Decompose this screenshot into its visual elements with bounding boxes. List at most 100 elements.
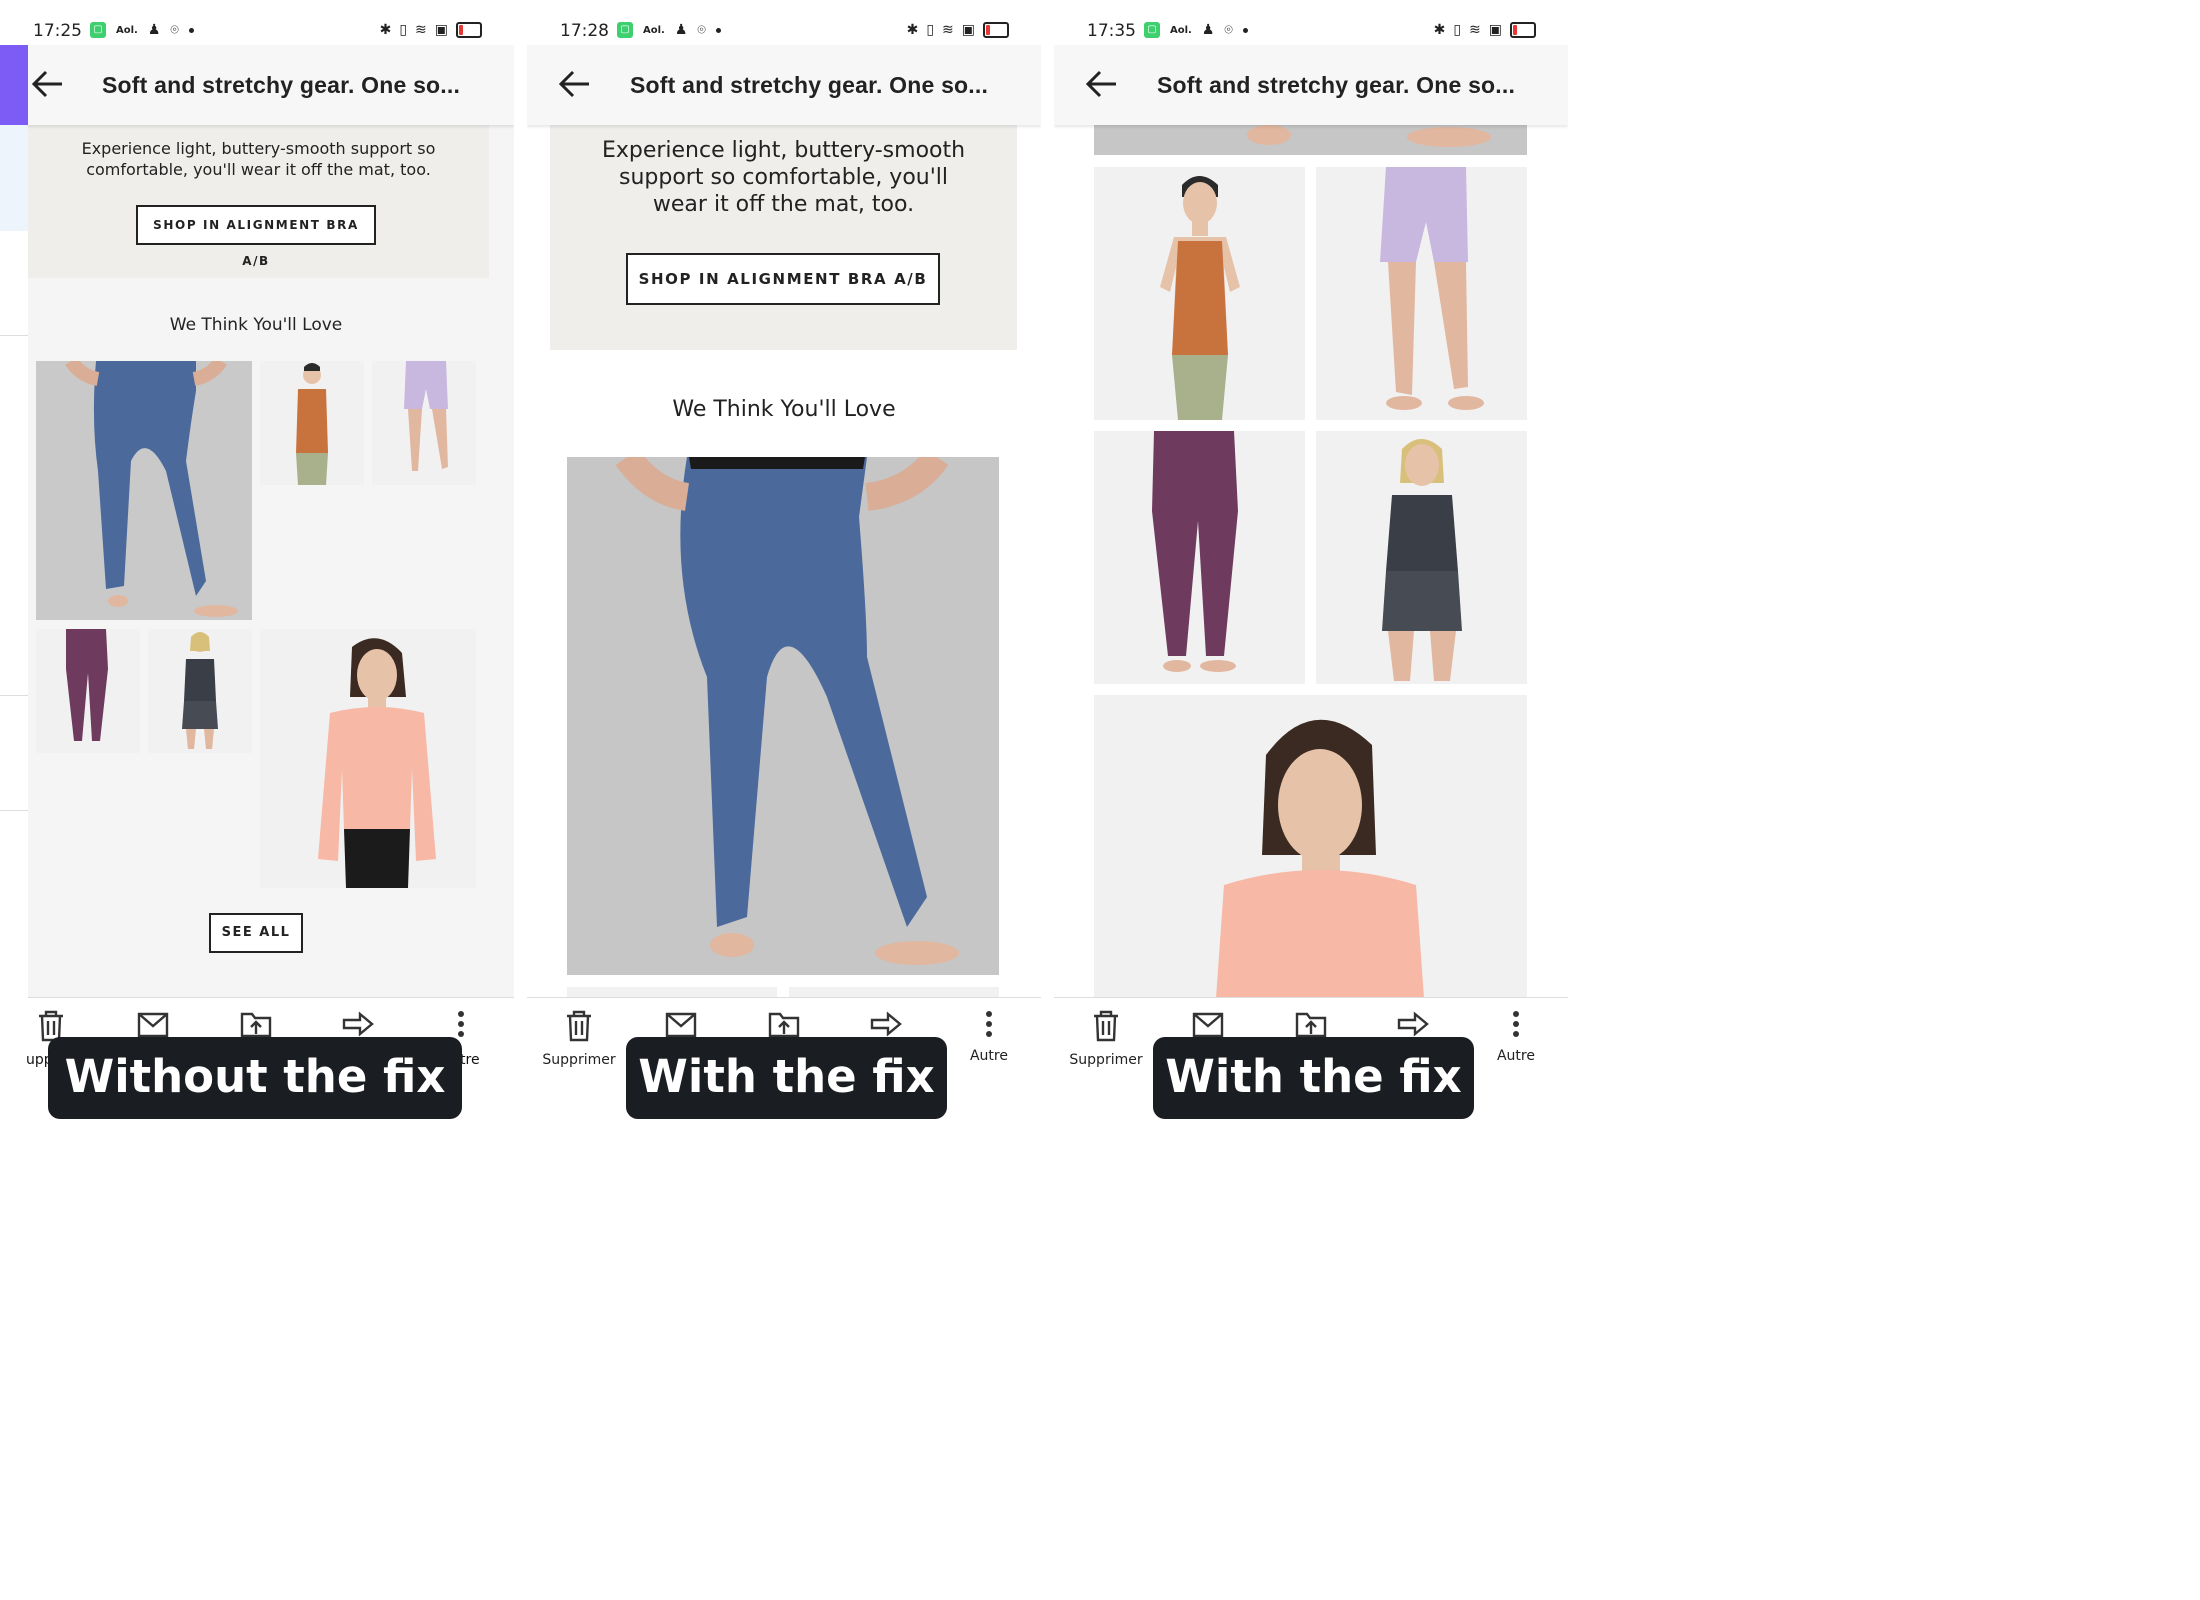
move-action[interactable] xyxy=(1271,1010,1351,1038)
product-tile-plum-leggings[interactable] xyxy=(36,629,140,753)
see-all-button[interactable]: SEE ALL xyxy=(209,913,303,953)
vibrate-icon: ▯ xyxy=(926,22,935,38)
background-app-highlight xyxy=(0,125,28,231)
bluetooth-icon: ✱ xyxy=(1433,22,1446,38)
status-time: 17:35 xyxy=(1087,21,1136,41)
delete-action[interactable]: Supprimer xyxy=(539,1010,619,1068)
cast-icon: ▣ xyxy=(434,22,448,38)
product-tile-tie-dye-set[interactable] xyxy=(1316,431,1527,684)
forward-action[interactable] xyxy=(1373,1010,1453,1038)
vibrate-icon: ▯ xyxy=(1453,22,1462,38)
notification-dot-icon xyxy=(1242,27,1248,33)
product-tile-orange-tank[interactable] xyxy=(1094,167,1305,420)
blue-leggings-feet-image xyxy=(1094,125,1527,155)
blue-leggings-image xyxy=(567,457,999,975)
comparison-caption: Without the fix xyxy=(48,1037,462,1119)
bluetooth-icon: ✱ xyxy=(379,22,392,38)
more-label: Autre xyxy=(969,1048,1008,1064)
more-vertical-icon xyxy=(458,1011,464,1037)
forward-icon xyxy=(342,1011,374,1037)
aol-icon: Aol. xyxy=(116,24,138,36)
back-arrow-icon[interactable] xyxy=(1084,69,1118,99)
battery-low-icon xyxy=(1510,22,1536,38)
move-to-folder-icon xyxy=(240,1012,272,1038)
plum-leggings-image xyxy=(36,629,140,753)
location-icon: ⌾ xyxy=(697,22,706,38)
banner-text: Experience light, buttery-smooth support… xyxy=(601,138,966,217)
wifi-icon: ≋ xyxy=(415,22,427,38)
product-tile-lilac-shorts[interactable] xyxy=(372,361,476,485)
product-tile-pink-long-sleeve[interactable] xyxy=(260,629,476,888)
keyhole-icon: ♟ xyxy=(674,22,688,38)
comparison-caption: With the fix xyxy=(1153,1037,1474,1119)
app-notification-icon: ▢ xyxy=(617,22,633,38)
back-arrow-icon[interactable] xyxy=(557,69,591,99)
email-subject-title: Soft and stretchy gear. One so... xyxy=(102,72,461,98)
forward-action[interactable] xyxy=(318,1010,398,1038)
location-icon: ⌾ xyxy=(170,22,179,38)
plum-leggings-image xyxy=(1094,431,1305,684)
product-tile-plum-leggings[interactable] xyxy=(1094,431,1305,684)
delete-action[interactable]: Supprimer xyxy=(1066,1010,1146,1068)
more-vertical-icon xyxy=(986,1011,992,1037)
orange-tank-image xyxy=(1094,167,1305,420)
status-bar: 17:35 ▢ Aol. ♟ ⌾ ✱ ▯ ≋ ▣ xyxy=(1054,0,1568,44)
status-time: 17:25 xyxy=(33,21,82,41)
screenshot-panel-with-fix-top: 17:28 ▢ Aol. ♟ ⌾ ✱ ▯ ≋ ▣ Soft and stretc… xyxy=(527,0,1041,1132)
product-tile-blue-leggings[interactable] xyxy=(1094,125,1527,155)
forward-icon xyxy=(1397,1011,1429,1037)
screenshot-panel-without-fix: 17:25 ▢ Aol. ♟ ⌾ ✱ ▯ ≋ ▣ Soft and stretc… xyxy=(0,0,514,1132)
more-action[interactable]: Autre xyxy=(1476,1010,1556,1064)
status-time: 17:28 xyxy=(560,21,609,41)
product-tile-blue-leggings[interactable] xyxy=(36,361,252,620)
shop-alignment-bra-button[interactable]: SHOP IN ALIGNMENT BRA A/B xyxy=(626,253,940,305)
side-app-strip xyxy=(0,45,28,125)
trash-icon xyxy=(1094,1010,1118,1042)
tie-dye-set-image xyxy=(1316,431,1527,684)
wifi-icon: ≋ xyxy=(1469,22,1481,38)
product-tile-lilac-shorts[interactable] xyxy=(1316,167,1527,420)
trash-icon xyxy=(567,1010,591,1042)
more-label: Autre xyxy=(1496,1048,1535,1064)
app-bar: Soft and stretchy gear. One so... xyxy=(527,45,1041,125)
orange-tank-image xyxy=(260,361,364,485)
email-subject-title: Soft and stretchy gear. One so... xyxy=(1157,72,1516,98)
promo-banner: Experience light, buttery-smooth support… xyxy=(28,125,489,278)
gutter-divider xyxy=(0,695,28,696)
status-bar: 17:25 ▢ Aol. ♟ ⌾ ✱ ▯ ≋ ▣ xyxy=(0,0,514,44)
app-notification-icon: ▢ xyxy=(1144,22,1160,38)
archive-icon xyxy=(137,1012,169,1038)
archive-action[interactable] xyxy=(641,1010,721,1038)
lilac-shorts-image xyxy=(1316,167,1527,420)
status-bar: 17:28 ▢ Aol. ♟ ⌾ ✱ ▯ ≋ ▣ xyxy=(527,0,1041,44)
archive-icon xyxy=(1192,1012,1224,1038)
archive-action[interactable] xyxy=(1168,1010,1248,1038)
notification-dot-icon xyxy=(715,27,721,33)
product-tile-tie-dye-set[interactable] xyxy=(148,629,252,753)
aol-icon: Aol. xyxy=(643,24,665,36)
product-tile-pink-long-sleeve[interactable] xyxy=(1094,695,1527,998)
product-tile-blue-leggings[interactable] xyxy=(567,457,999,975)
move-to-folder-icon xyxy=(1295,1012,1327,1038)
delete-label: Supprimer xyxy=(542,1052,616,1068)
back-arrow-icon[interactable] xyxy=(30,69,64,99)
partial-more-label: tre xyxy=(460,1052,480,1068)
shop-alignment-bra-button[interactable]: SHOP IN ALIGNMENT BRA A/B xyxy=(136,205,376,268)
product-tile-orange-tank[interactable] xyxy=(260,361,364,485)
forward-action[interactable] xyxy=(846,1010,926,1038)
promo-banner: Experience light, buttery-smooth support… xyxy=(550,125,1017,350)
archive-icon xyxy=(665,1012,697,1038)
move-action[interactable] xyxy=(216,1010,296,1038)
more-action[interactable] xyxy=(421,1010,501,1038)
email-content: Experience light, buttery-smooth support… xyxy=(28,125,514,998)
archive-action[interactable] xyxy=(113,1010,193,1038)
vibrate-icon: ▯ xyxy=(399,22,408,38)
tie-dye-set-image xyxy=(148,629,252,753)
email-content xyxy=(1054,125,1568,998)
more-action[interactable]: Autre xyxy=(949,1010,1029,1064)
app-bar: Soft and stretchy gear. One so... xyxy=(28,45,514,125)
notification-dot-icon xyxy=(188,27,194,33)
move-action[interactable] xyxy=(744,1010,824,1038)
more-vertical-icon xyxy=(1513,1011,1519,1037)
cast-icon: ▣ xyxy=(1488,22,1502,38)
